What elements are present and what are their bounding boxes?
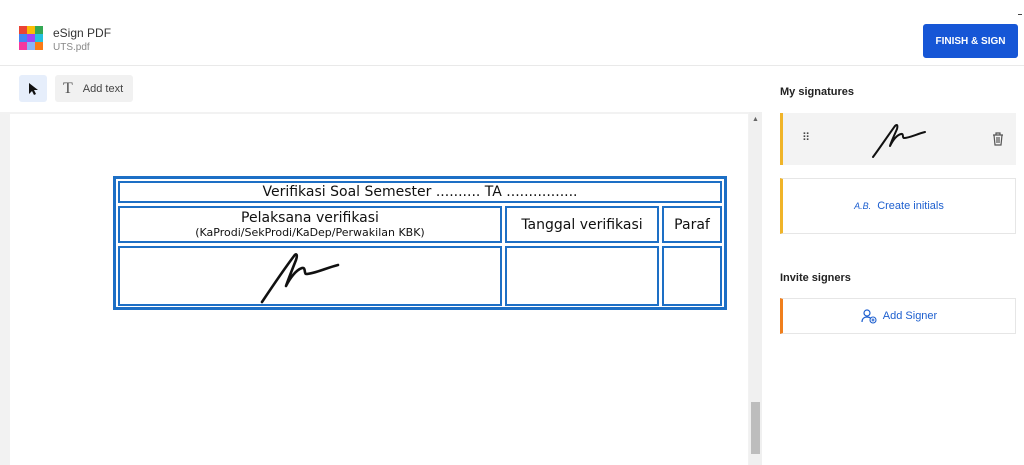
text-tool-icon: T (63, 79, 73, 97)
add-text-label: Add text (82, 82, 124, 95)
add-signer-label: Add Signer (882, 310, 938, 322)
my-signatures-title: My signatures (780, 86, 854, 98)
paraf-value-cell[interactable] (662, 246, 722, 306)
invite-signers-title: Invite signers (780, 272, 851, 284)
tanggal-header-cell: Tanggal verifikasi (505, 206, 659, 243)
pelaksana-sublabel: (KaProdi/SekProdi/KaDep/Perwakilan KBK) (195, 225, 425, 239)
corner-divider (1018, 14, 1022, 15)
signature-thumbnail[interactable] (871, 119, 927, 159)
verification-form-table: Verifikasi Soal Semester .......... TA .… (113, 176, 727, 310)
add-signer-button[interactable]: Add Signer (780, 298, 1016, 334)
trash-icon[interactable] (991, 131, 1005, 147)
saved-signature-card[interactable]: ⠿ (780, 113, 1016, 165)
select-tool-button[interactable] (19, 75, 47, 102)
finish-and-sign-button[interactable]: FINISH & SIGN (923, 24, 1018, 58)
paraf-header-cell: Paraf (662, 206, 722, 243)
create-initials-label: Create initials (877, 200, 944, 212)
file-name: UTS.pdf (53, 42, 90, 53)
document-scrollbar[interactable]: ▲ (749, 112, 762, 465)
initials-icon: A.B. (854, 201, 872, 211)
placed-signature[interactable] (260, 246, 340, 306)
scroll-thumb[interactable] (751, 402, 760, 454)
drag-handle-icon[interactable]: ⠿ (802, 131, 810, 144)
cursor-arrow-icon (29, 82, 38, 95)
add-user-icon (861, 309, 877, 324)
app-name: eSign PDF (53, 26, 112, 40)
app-logo-icon (19, 26, 43, 50)
pelaksana-label: Pelaksana verifikasi (241, 209, 379, 226)
editor-toolbar: T Add text (0, 66, 762, 112)
scroll-up-arrow-icon[interactable]: ▲ (752, 116, 759, 123)
app-header: eSign PDF UTS.pdf FINISH & SIGN (0, 0, 1024, 66)
signatures-panel: My signatures ⠿ A.B. Create initials Inv… (762, 66, 1024, 465)
create-initials-button[interactable]: A.B. Create initials (780, 178, 1016, 234)
tanggal-value-cell[interactable] (505, 246, 659, 306)
form-title-cell: Verifikasi Soal Semester .......... TA .… (118, 181, 722, 203)
pelaksana-header-cell: Pelaksana verifikasi (KaProdi/SekProdi/K… (118, 206, 502, 243)
add-text-button[interactable]: T Add text (55, 75, 133, 102)
